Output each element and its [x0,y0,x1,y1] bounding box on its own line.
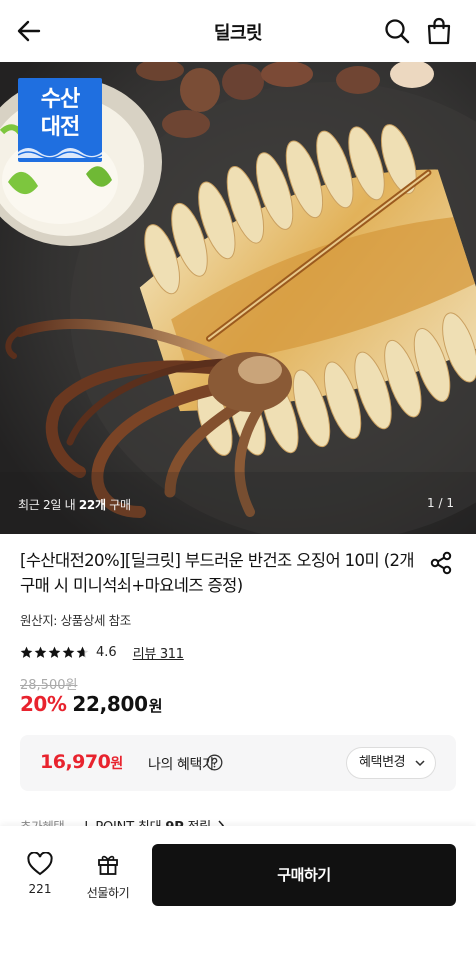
chevron-down-icon [415,760,425,767]
rating-row: 4.6 리뷰 311 [20,642,184,662]
star-icon [34,646,47,658]
recent-purchase-text: 최근 2일 내 22개 구매 [18,496,131,513]
gift-icon [98,855,118,875]
heart-icon [27,851,53,876]
buy-button[interactable]: 구매하기 [152,844,456,906]
like-button[interactable]: 221 [18,851,62,902]
product-image[interactable]: 수산 대전 최근 2일 내 22개 구매 1 / 1 [0,62,476,534]
bottom-action-bar: 221 선물하기 구매하기 [0,826,476,960]
sale-price: 22,800 [72,692,148,716]
discount-rate: 20% [20,692,67,716]
price-currency: 원 [148,697,163,715]
rating-value: 4.6 [96,644,117,660]
price-row: 20% 22,800 원 [20,692,163,716]
recent-count: 22개 [78,498,106,512]
original-price: 28,500원 [20,678,78,693]
wave-icon [18,148,102,158]
review-link[interactable]: 리뷰 311 [133,643,184,662]
star-icon [20,646,33,658]
benefit-currency: 원 [110,756,123,772]
shopping-bag-icon[interactable] [424,15,454,47]
benefit-price: 16,970원 [40,751,123,773]
benefit-price-value: 16,970 [40,751,111,773]
gift-button[interactable]: 선물하기 [80,852,136,902]
share-icon[interactable] [428,550,454,576]
star-icon [48,646,61,658]
search-icon[interactable] [382,16,412,46]
arrow-left-icon[interactable] [14,16,44,46]
help-icon[interactable] [206,754,223,771]
half-star-icon [76,646,89,658]
my-benefit-box: 16,970원 나의 혜택가 혜택변경 [20,735,456,791]
gift-label: 선물하기 [86,886,130,900]
recent-suffix: 구매 [105,498,131,512]
image-counter: 1 / 1 [427,496,454,510]
badge-line-2: 대전 [40,115,80,140]
top-app-bar: 딜크릿 [0,0,476,62]
product-title: [수산대전20%][딜크릿] 부드러운 반건조 오징어 10미 (2개 구매 시… [20,551,415,595]
recent-prefix: 최근 2일 내 [18,498,79,512]
benefit-label: 나의 혜택가 [148,757,215,773]
star-rating [20,646,89,659]
seafood-festival-badge: 수산 대전 [18,78,102,162]
benefit-change-label: 혜택변경 [359,755,406,770]
benefit-change-button[interactable]: 혜택변경 [346,747,436,779]
origin-text: 원산지: 상품상세 참조 [20,613,131,628]
badge-line-1: 수산 [40,87,80,112]
like-count: 221 [28,882,52,896]
star-icon [62,646,75,658]
